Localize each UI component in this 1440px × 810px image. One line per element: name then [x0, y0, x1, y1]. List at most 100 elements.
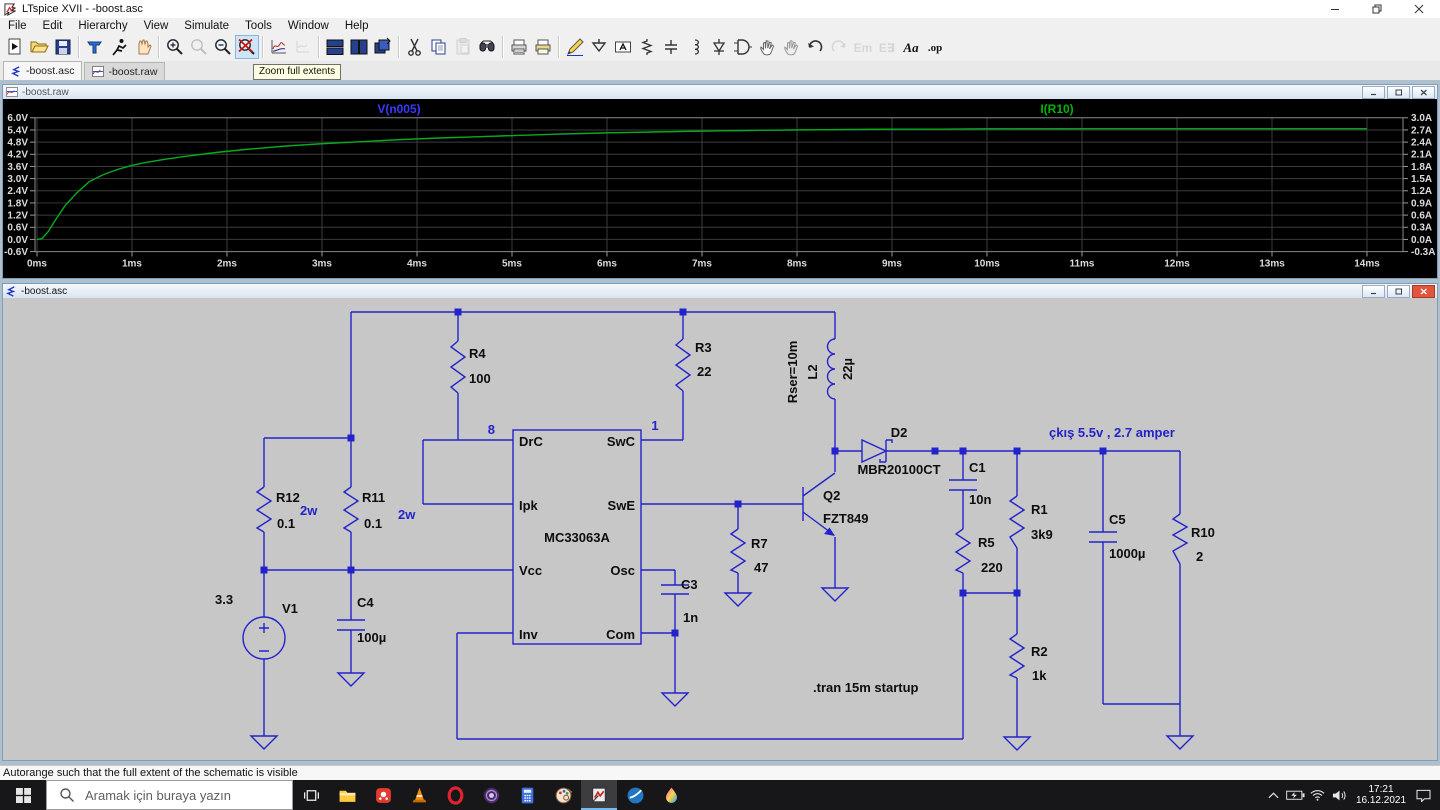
menu-view[interactable]: View	[136, 20, 177, 32]
zoom-back-icon[interactable]	[187, 35, 211, 59]
tile-horizontal-icon[interactable]	[347, 35, 371, 59]
menu-window[interactable]: Window	[280, 20, 337, 32]
text-icon[interactable]: Aa	[899, 35, 923, 59]
component-R1[interactable]: R1 3k9	[1010, 496, 1053, 548]
menu-file[interactable]: File	[0, 20, 35, 32]
component-icon[interactable]	[731, 35, 755, 59]
taskbar-opera-icon[interactable]	[437, 780, 473, 810]
waveform-plot[interactable]: 0ms1ms2ms3ms4ms5ms6ms7ms8ms9ms10ms11ms12…	[3, 99, 1437, 278]
taskbar-tor-browser-icon[interactable]	[473, 780, 509, 810]
open-icon[interactable]	[27, 35, 51, 59]
net-label-icon[interactable]	[611, 35, 635, 59]
component-MC33063A[interactable]: DrC Ipk Vcc Inv SwC SwE Osc Com MC33063A…	[488, 418, 659, 644]
undo-icon[interactable]	[803, 35, 827, 59]
component-R10[interactable]: R10 2	[1173, 514, 1215, 564]
close-button[interactable]	[1398, 0, 1440, 18]
copy-icon[interactable]	[427, 35, 451, 59]
taskbar-paint-icon[interactable]	[545, 780, 581, 810]
print-preview-icon[interactable]	[531, 35, 555, 59]
zoom-in-icon[interactable]	[163, 35, 187, 59]
component-R12[interactable]: R12 0.1 2w	[257, 487, 318, 532]
diode-icon[interactable]	[707, 35, 731, 59]
component-C4[interactable]: C4 100µ	[337, 595, 386, 645]
component-R11[interactable]: R11 0.1 2w	[344, 487, 416, 532]
minimize-button[interactable]	[1314, 0, 1356, 18]
sch-minimize-button[interactable]	[1362, 285, 1385, 298]
taskbar-vlc-icon[interactable]	[401, 780, 437, 810]
autorange-y-icon[interactable]	[267, 35, 291, 59]
taskbar-search[interactable]	[46, 780, 293, 810]
taskbar-openoffice-icon[interactable]	[617, 780, 653, 810]
component-R7[interactable]: R7 47	[731, 529, 768, 575]
waveform-window-titlebar[interactable]: -boost.raw	[3, 85, 1437, 100]
schematic-window-titlebar[interactable]: -boost.asc	[3, 284, 1437, 299]
wifi-icon[interactable]	[1306, 780, 1328, 810]
taskbar-red-app-icon[interactable]	[365, 780, 401, 810]
wave-close-button[interactable]	[1412, 86, 1435, 99]
move-icon[interactable]	[755, 35, 779, 59]
trace-label[interactable]: V(n005)	[377, 102, 420, 116]
capacitor-icon[interactable]	[659, 35, 683, 59]
search-input[interactable]	[83, 787, 277, 804]
battery-icon[interactable]	[1284, 780, 1306, 810]
tile-vertical-icon[interactable]	[323, 35, 347, 59]
restore-button[interactable]	[1356, 0, 1398, 18]
print-icon[interactable]	[507, 35, 531, 59]
component-L2[interactable]: Rser=10m L2 22µ	[785, 339, 855, 403]
pan-icon[interactable]	[291, 35, 315, 59]
component-R4[interactable]: R4 100	[451, 341, 491, 393]
tray-chevron-icon[interactable]	[1262, 780, 1284, 810]
wave-minimize-button[interactable]	[1362, 86, 1385, 99]
menu-edit[interactable]: Edit	[35, 20, 71, 32]
schematic-canvas[interactable]: DrC Ipk Vcc Inv SwC SwE Osc Com MC33063A…	[3, 298, 1437, 760]
menu-hierarchy[interactable]: Hierarchy	[70, 20, 135, 32]
component-C5[interactable]: C5 1000µ	[1089, 512, 1145, 561]
mirror-icon[interactable]: Em	[851, 35, 875, 59]
clock[interactable]: 17:21 16.12.2021	[1350, 784, 1412, 806]
control-panel-icon[interactable]	[83, 35, 107, 59]
halt-icon[interactable]	[131, 35, 155, 59]
taskbar-file-explorer-icon[interactable]	[329, 780, 365, 810]
taskbar-color-drop-icon[interactable]	[653, 780, 689, 810]
start-button[interactable]	[0, 780, 46, 810]
speaker-icon[interactable]	[1328, 780, 1350, 810]
waveform-plot-area[interactable]: 0ms1ms2ms3ms4ms5ms6ms7ms8ms9ms10ms11ms12…	[3, 99, 1437, 278]
spice-directive-icon[interactable]: .op	[923, 35, 947, 59]
rotate-icon[interactable]: E∃	[875, 35, 899, 59]
spice-directive-text[interactable]: .tran 15m startup	[813, 680, 919, 695]
component-R5[interactable]: R5 220	[956, 529, 1003, 575]
cut-icon[interactable]	[403, 35, 427, 59]
ground-icon[interactable]	[587, 35, 611, 59]
taskbar-ltspice-icon[interactable]	[581, 780, 617, 810]
menu-help[interactable]: Help	[337, 20, 377, 32]
resistor-icon[interactable]	[635, 35, 659, 59]
zoom-out-icon[interactable]	[211, 35, 235, 59]
drag-icon[interactable]	[779, 35, 803, 59]
zoom-full-extents-icon[interactable]	[235, 35, 259, 59]
sch-close-button[interactable]	[1412, 285, 1435, 298]
tab-boost-asc[interactable]: -boost.asc	[3, 61, 82, 80]
menu-tools[interactable]: Tools	[237, 20, 280, 32]
component-Q2[interactable]: Q2 FZT849	[803, 473, 869, 536]
inductor-icon[interactable]	[683, 35, 707, 59]
new-schematic-icon[interactable]	[3, 35, 27, 59]
tab-boost-raw[interactable]: -boost.raw	[84, 62, 165, 80]
component-R2[interactable]: R2 1k	[1010, 634, 1048, 683]
run-icon[interactable]	[107, 35, 131, 59]
wave-restore-button[interactable]	[1387, 86, 1410, 99]
component-C1[interactable]: C1 10n	[949, 460, 991, 507]
cascade-icon[interactable]	[371, 35, 395, 59]
find-icon[interactable]	[475, 35, 499, 59]
component-V1[interactable]: V1 3.3	[215, 592, 298, 659]
taskbar-task-view-icon[interactable]	[293, 780, 329, 810]
paste-icon[interactable]	[451, 35, 475, 59]
component-R3[interactable]: R3 22	[676, 339, 712, 391]
draw-wire-icon[interactable]	[563, 35, 587, 59]
redo-icon[interactable]	[827, 35, 851, 59]
action-center-icon[interactable]	[1412, 780, 1434, 810]
taskbar-calculator-icon[interactable]	[509, 780, 545, 810]
sch-restore-button[interactable]	[1387, 285, 1410, 298]
menu-simulate[interactable]: Simulate	[176, 20, 237, 32]
component-C3[interactable]: C3 1n	[661, 577, 698, 625]
save-icon[interactable]	[51, 35, 75, 59]
